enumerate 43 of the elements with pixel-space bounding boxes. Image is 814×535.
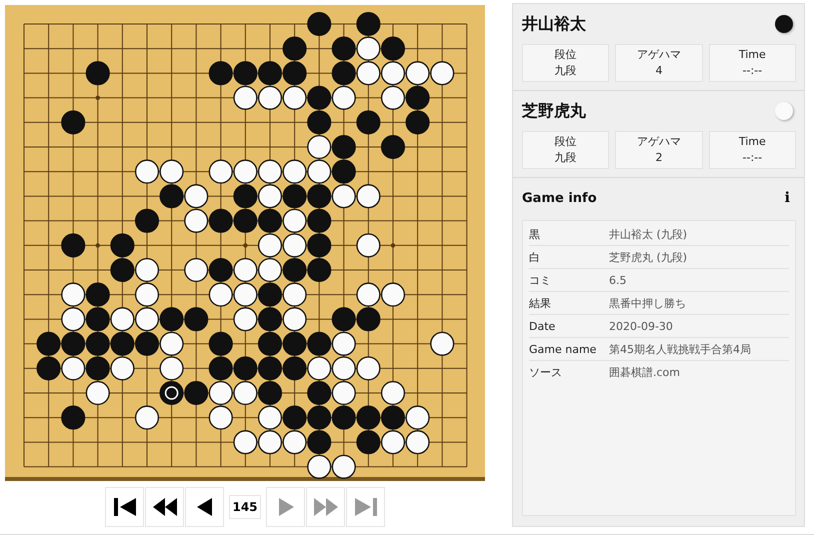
star-point [243, 243, 248, 248]
stat-value: 4 [655, 63, 662, 79]
info-label: 結果 [529, 296, 552, 310]
info-value: 黒番中押し勝ち [609, 296, 686, 310]
go-board[interactable] [5, 5, 485, 481]
stat-label: Time [738, 134, 766, 150]
stat-value: --:-- [742, 63, 762, 79]
player-name: 井山裕太 [522, 14, 586, 34]
section-title: Game info [522, 190, 597, 206]
info-label: コミ [529, 272, 552, 288]
skip-end-icon [352, 495, 378, 519]
info-value: 囲碁棋譜.com [609, 364, 680, 380]
rewind-icon [152, 495, 178, 519]
info-label: Game name [529, 342, 598, 356]
star-point [96, 243, 100, 248]
player-name: 芝野虎丸 [522, 100, 586, 122]
info-value: 2020-09-30 [609, 320, 673, 332]
move-number: 145 [229, 495, 261, 519]
info-value: 芝野虎丸 (九段) [609, 250, 688, 264]
stat-label: 段位 [554, 47, 577, 63]
info-label: 黒 [529, 226, 541, 242]
stat-value: 2 [655, 150, 662, 166]
info-label: ソース [529, 364, 563, 380]
stat-label: Time [738, 47, 766, 63]
stat-value: --:-- [742, 150, 762, 166]
info-label: Date [529, 320, 556, 332]
stat-label: 段位 [554, 134, 577, 150]
star-point [390, 243, 396, 248]
stat-value: 九段 [554, 150, 577, 166]
info-value: 井山裕太 (九段) [609, 226, 688, 242]
info-value: 第45期名人戦挑戦手合第4局 [609, 342, 751, 356]
first-button[interactable] [105, 487, 144, 527]
info-value: 6.5 [609, 274, 626, 286]
back10-button[interactable] [145, 487, 184, 527]
back-button[interactable] [185, 487, 224, 527]
fast-forward-icon [312, 495, 338, 519]
stat-label: アゲハマ [636, 47, 681, 63]
info-icon[interactable]: i [784, 190, 790, 206]
info-label: 白 [529, 250, 541, 264]
stat-label: アゲハマ [636, 134, 681, 150]
skip-start-icon [112, 495, 138, 519]
stat-value: 九段 [554, 63, 577, 79]
star-point [96, 96, 100, 100]
